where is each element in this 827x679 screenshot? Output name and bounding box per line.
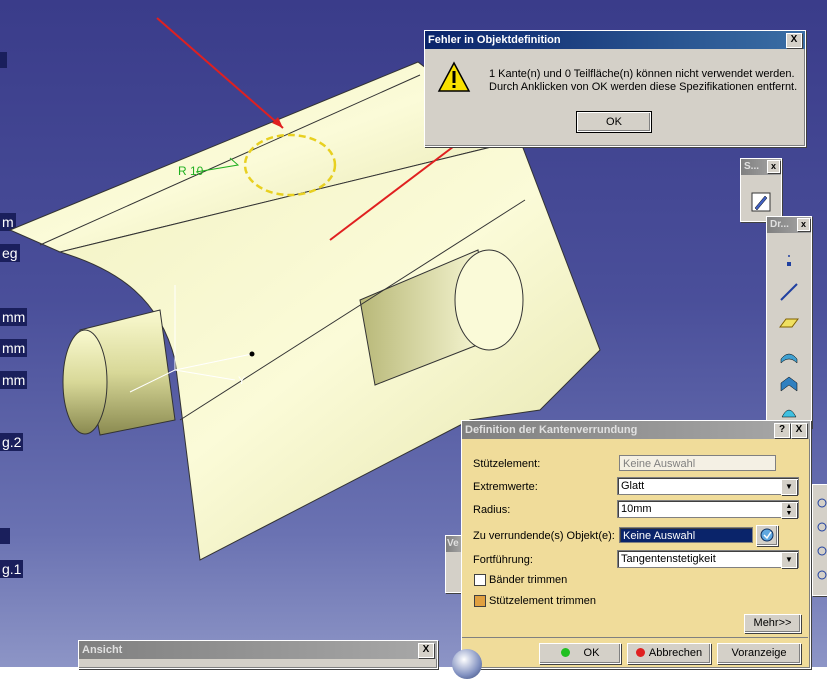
sketch-icon[interactable] [750, 191, 772, 213]
cancel-red-icon [635, 648, 645, 657]
fillet-help-button[interactable]: ? [774, 423, 790, 438]
toolbar-right-icons[interactable] [813, 485, 827, 595]
fillet-ok-label: OK [583, 647, 600, 659]
propagation-select[interactable]: Tangentenstetigkeit ▼ [617, 550, 799, 568]
error-dialog-title: Fehler in Objektdefinition [428, 34, 561, 46]
axis-y-label: Y [238, 375, 246, 387]
radius-annotation: R 10 [178, 164, 204, 178]
trim-support-label[interactable]: Stützelement trimmen [489, 595, 596, 607]
fillet-ok-button[interactable]: OK [539, 643, 621, 664]
error-message-line1: 1 Kante(n) und 0 Teilfläche(n) können ni… [489, 68, 795, 80]
toolbar-s-title: S... [744, 161, 760, 172]
plane-icon[interactable] [778, 311, 800, 333]
radius-label: Radius: [473, 504, 511, 516]
toolbar-v-title: Ve [447, 538, 459, 549]
toolbar-dr-titlebar[interactable]: Dr... x [767, 217, 811, 233]
objects-label: Zu verrundende(s) Objekt(e): [473, 530, 615, 542]
radius-field[interactable]: 10mm ▲ ▼ [617, 500, 799, 518]
extreme-value: Glatt [621, 480, 645, 492]
warning-icon [437, 61, 471, 92]
propagation-dropdown-icon[interactable]: ▼ [781, 552, 797, 568]
view-panel-titlebar[interactable]: Ansicht X [79, 641, 437, 659]
propagation-value: Tangentenstetigkeit [621, 553, 716, 565]
trim-ribbons-checkbox[interactable] [474, 574, 486, 586]
objects-selector-icon [760, 528, 774, 542]
trim-ribbons-label[interactable]: Bänder trimmen [489, 574, 567, 586]
view-panel: Ansicht X [78, 640, 438, 669]
fillet-cancel-label: Abbrechen [648, 647, 703, 659]
dialog-divider [462, 637, 808, 638]
fillet-close-button[interactable]: X [791, 423, 807, 438]
extreme-label: Extremwerte: [473, 481, 538, 493]
error-dialog: Fehler in Objektdefinition X 1 Kante(n) … [424, 30, 806, 147]
objects-selector-button[interactable] [756, 525, 778, 546]
compass-globe-icon [452, 649, 482, 679]
fillet-preview-button[interactable]: Voranzeige [717, 643, 801, 664]
support-field[interactable]: Keine Auswahl [619, 455, 776, 471]
fillet-dialog-titlebar[interactable]: Definition der Kantenverrundung ? X [462, 421, 810, 439]
ok-green-icon [560, 648, 570, 657]
fillet-cancel-button[interactable]: Abbrechen [627, 643, 711, 664]
toolbar-right-edge [812, 484, 827, 596]
point-icon[interactable] [778, 253, 800, 275]
extrude-icon[interactable] [778, 345, 800, 367]
fillet-dialog-title: Definition der Kantenverrundung [465, 424, 638, 436]
radius-value: 10mm [621, 503, 652, 515]
toolbar-dr-title: Dr... [770, 219, 789, 230]
toolbar-s-close-button[interactable]: x [767, 160, 780, 173]
error-ok-button[interactable]: OK [576, 111, 652, 133]
toolbar-s: S... x [740, 158, 782, 222]
trim-support-checkbox[interactable] [474, 595, 486, 607]
objects-field[interactable]: Keine Auswahl [619, 527, 753, 543]
toolbar-dr: Dr... x [766, 216, 812, 428]
view-panel-title: Ansicht [82, 644, 123, 656]
error-message-line2: Durch Anklicken von OK werden diese Spez… [489, 81, 798, 93]
more-button[interactable]: Mehr>> [744, 614, 801, 633]
toolbar-s-titlebar[interactable]: S... x [741, 159, 781, 175]
support-label: Stützelement: [473, 458, 541, 470]
extreme-dropdown-icon[interactable]: ▼ [781, 479, 797, 495]
view-panel-close-button[interactable]: X [418, 643, 434, 658]
toolbar-dr-close-button[interactable]: x [797, 218, 810, 231]
radius-spinner-icon[interactable]: ▲ ▼ [781, 502, 797, 518]
propagation-label: Fortführung: [473, 554, 533, 566]
sweep-icon[interactable] [778, 373, 800, 395]
fillet-dialog: Definition der Kantenverrundung ? X Stüt… [452, 420, 811, 679]
error-dialog-titlebar[interactable]: Fehler in Objektdefinition X [425, 31, 805, 49]
error-dialog-close-button[interactable]: X [786, 33, 802, 48]
extreme-select[interactable]: Glatt ▼ [617, 477, 799, 495]
line-icon[interactable] [778, 281, 800, 303]
